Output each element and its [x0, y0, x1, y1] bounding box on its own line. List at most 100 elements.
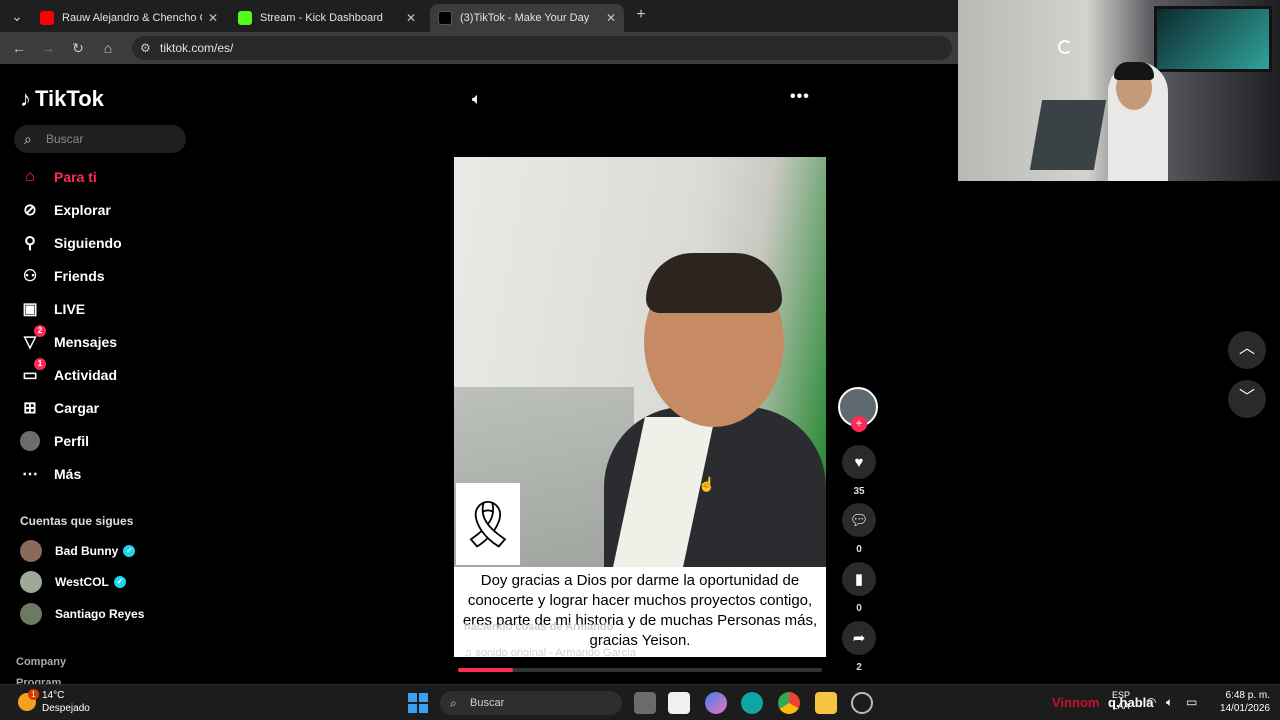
- more-options-icon[interactable]: •••: [790, 88, 810, 106]
- video-sound[interactable]: ♫ sonido original - Armando García: [464, 647, 636, 657]
- follow-plus-icon[interactable]: +: [851, 416, 867, 432]
- clock-time[interactable]: 6:48 p. m.: [1214, 690, 1270, 701]
- activity-icon: ▭ 1: [20, 358, 46, 385]
- wifi-icon[interactable]: ◠: [1146, 695, 1156, 709]
- youtube-icon: [40, 11, 54, 25]
- tab-youtube[interactable]: Rauw Alejandro & Chencho Co ✕: [32, 4, 226, 32]
- tab-title: Rauw Alejandro & Chencho Co: [62, 12, 202, 24]
- sidebar-item-mas[interactable]: ⋯ Más: [20, 462, 81, 486]
- webcam-monitor: [1154, 6, 1272, 72]
- following-item-bad-bunny[interactable]: Bad Bunny ✓: [20, 540, 136, 562]
- music-note-icon: ♫: [464, 647, 473, 657]
- like-count: 35: [853, 486, 865, 497]
- weather-badge: 1: [28, 689, 39, 700]
- sidebar-item-mensajes[interactable]: ▽ 2 Mensajes: [20, 325, 118, 354]
- home-icon[interactable]: ⌂: [99, 39, 117, 57]
- upload-icon: ⊞: [23, 400, 37, 417]
- tiktok-icon: [438, 11, 452, 25]
- following-section-title: Cuentas que sigues: [20, 514, 134, 528]
- user-follow-icon: ⚲: [24, 235, 36, 252]
- windows-start-button[interactable]: [408, 693, 428, 713]
- language-indicator[interactable]: ESP LAA: [1112, 690, 1130, 712]
- volume-icon[interactable]: 🔈︎: [472, 91, 482, 109]
- close-icon[interactable]: ✕: [208, 11, 218, 25]
- more-icon: ⋯: [22, 466, 38, 483]
- avatar: [20, 603, 42, 625]
- url-text: tiktok.com/es/: [160, 41, 234, 55]
- sidebar-item-siguiendo[interactable]: ⚲ Siguiendo: [20, 231, 122, 255]
- sidebar-item-label: Actividad: [54, 367, 118, 383]
- close-icon[interactable]: ✕: [606, 11, 616, 25]
- save-count: 0: [856, 603, 862, 614]
- weather-temperature[interactable]: 14°C: [42, 690, 64, 701]
- sidebar-item-label: Para ti: [54, 169, 97, 185]
- search-placeholder: Buscar: [46, 132, 84, 146]
- account-name: Santiago Reyes: [55, 607, 145, 621]
- settings-gear-icon[interactable]: [851, 692, 873, 714]
- save-button[interactable]: ▮ 0: [842, 562, 876, 614]
- sidebar-item-label: Siguiendo: [54, 235, 122, 251]
- sidebar-item-label: Más: [54, 466, 82, 482]
- webcam-overlay: [958, 0, 1280, 181]
- share-icon: ➦: [842, 621, 876, 655]
- store-icon[interactable]: [668, 692, 690, 714]
- stream-watermark: Vinnom: [1052, 695, 1100, 710]
- search-icon: ⌕: [24, 131, 32, 147]
- following-item-santiago-reyes[interactable]: Santiago Reyes: [20, 603, 144, 625]
- sidebar-item-live[interactable]: ▣ LIVE: [20, 297, 85, 321]
- footer-link-company[interactable]: Company: [16, 656, 66, 668]
- tab-tiktok[interactable]: (3)TikTok - Make Your Day ✕: [430, 4, 624, 32]
- speaker-icon[interactable]: 🔈︎: [1166, 695, 1173, 710]
- lang-layout: LAA: [1112, 701, 1130, 711]
- sidebar-item-actividad[interactable]: ▭ 1 Actividad: [20, 358, 118, 387]
- bookmark-icon: ▮: [842, 562, 876, 596]
- chrome-icon[interactable]: [778, 692, 800, 714]
- verified-icon: ✓: [113, 576, 126, 588]
- browser-tab-bar: ⌄ Rauw Alejandro & Chencho Co ✕ Stream -…: [0, 0, 958, 32]
- battery-icon[interactable]: ▭: [1186, 695, 1197, 709]
- loading-spinner-icon: [1058, 40, 1072, 54]
- sidebar-item-label: Cargar: [54, 400, 100, 416]
- sidebar-item-para-ti[interactable]: ⌂ Para ti: [20, 165, 97, 189]
- tab-kick[interactable]: Stream - Kick Dashboard ✕: [230, 4, 424, 32]
- mourning-ribbon-icon: 🎗︎: [456, 483, 520, 565]
- site-info-icon[interactable]: ⚙: [140, 36, 151, 60]
- search-placeholder: Buscar: [470, 697, 505, 709]
- close-icon[interactable]: ✕: [406, 11, 416, 25]
- video-author[interactable]: haciendo cosas de Armando: [464, 621, 613, 633]
- previous-video-button[interactable]: ︿: [1228, 331, 1266, 369]
- url-field[interactable]: ⚙ tiktok.com/es/: [132, 36, 952, 60]
- share-button[interactable]: ➦ 2: [842, 621, 876, 673]
- copilot-icon[interactable]: [705, 692, 727, 714]
- file-explorer-icon[interactable]: [815, 692, 837, 714]
- edge-icon[interactable]: [741, 692, 763, 714]
- sidebar-item-cargar[interactable]: ⊞ Cargar: [20, 396, 99, 420]
- sidebar-item-label: Mensajes: [54, 334, 118, 350]
- tiktok-logo[interactable]: ♪ TikTok: [20, 86, 104, 112]
- search-input[interactable]: ⌕ Buscar: [14, 125, 186, 153]
- weather-condition[interactable]: Despejado: [42, 703, 90, 714]
- task-view-icon[interactable]: [634, 692, 656, 714]
- new-tab-button[interactable]: +: [632, 6, 650, 24]
- sidebar-item-perfil[interactable]: Perfil: [20, 429, 89, 453]
- like-button[interactable]: ♥ 35: [842, 445, 876, 497]
- sidebar-item-explorar[interactable]: ⊘ Explorar: [20, 198, 111, 222]
- tab-search-chevron-icon[interactable]: ⌄: [8, 7, 26, 25]
- video-progress-bar[interactable]: [458, 668, 822, 672]
- video-player[interactable]: 🎗︎ Doy gracias a Dios por darme la oport…: [454, 157, 826, 657]
- back-icon[interactable]: ←: [10, 39, 28, 57]
- next-video-button[interactable]: ﹀: [1228, 380, 1266, 418]
- comment-button[interactable]: 💬︎ 0: [842, 503, 876, 555]
- profile-avatar: [20, 431, 40, 451]
- reload-icon[interactable]: ↻: [69, 39, 87, 57]
- tab-title: (3)TikTok - Make Your Day: [460, 12, 590, 24]
- message-icon: ▽ 2: [20, 325, 46, 352]
- sidebar-item-friends[interactable]: ⚇ Friends: [20, 264, 105, 288]
- forward-icon[interactable]: →: [39, 39, 57, 57]
- verified-icon: ✓: [123, 545, 136, 557]
- following-item-westcol[interactable]: WestCOL ✓: [20, 571, 126, 593]
- clock-date[interactable]: 14/01/2026: [1204, 703, 1270, 714]
- tiktok-note-icon: ♪: [20, 86, 31, 111]
- taskbar-search-input[interactable]: ⌕ Buscar: [440, 691, 622, 715]
- sidebar-item-label: Perfil: [54, 433, 90, 449]
